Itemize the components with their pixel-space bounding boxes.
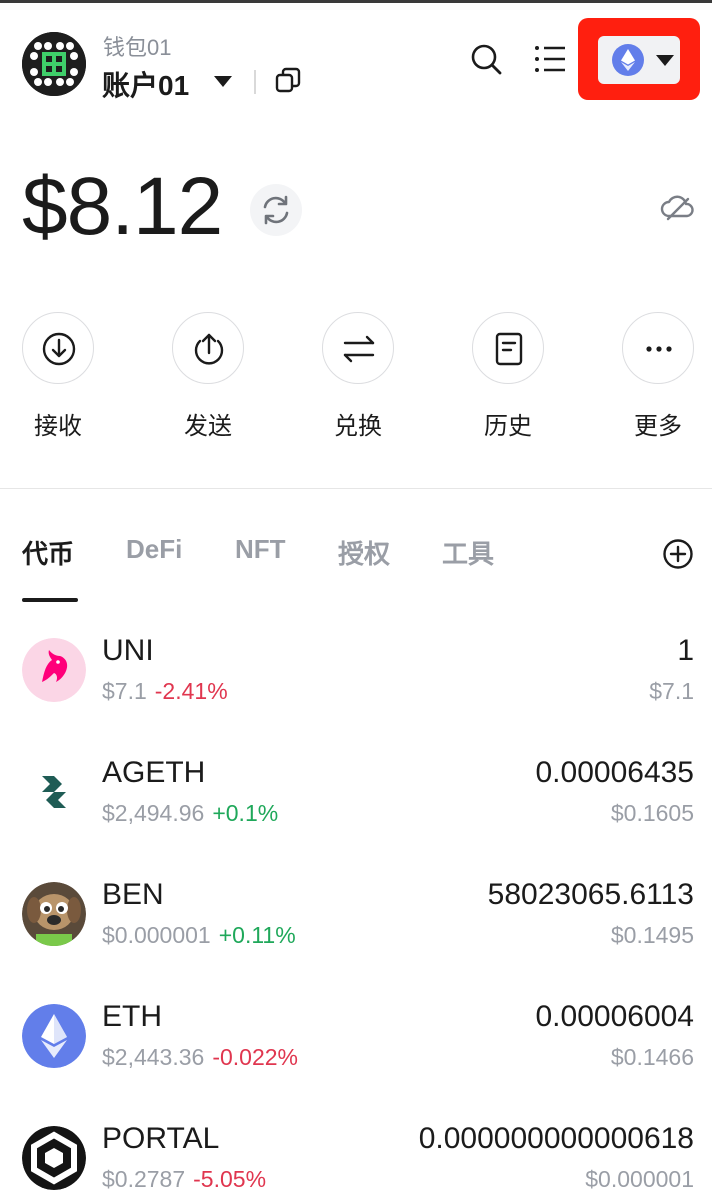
swap-button-circle[interactable] [322,312,394,384]
token-value: $0.000001 [585,1166,694,1192]
more-icon [646,346,672,352]
tab-nft[interactable]: NFT [235,534,286,565]
token-symbol: UNI [102,634,154,667]
token-price: $7.1 [102,678,147,704]
token-price-line: $2,494.96 +0.1% [102,800,278,827]
history-label: 历史 [484,413,532,440]
token-symbol: AGETH [102,756,206,789]
token-row-ben[interactable]: BEN $0.000001 +0.11% 58023065.6113 $0.149… [0,856,712,978]
tab-approvals[interactable]: 授权 [338,534,390,571]
send-button[interactable]: 发送 [158,312,258,442]
token-value: $7.1 [649,678,694,704]
receive-label: 接收 [34,413,82,440]
swap-button[interactable]: 兑换 [308,312,408,442]
receive-icon [42,332,76,366]
history-icon [495,332,523,366]
token-change: +0.11% [218,922,296,948]
history-button[interactable]: 历史 [458,312,558,442]
menu-list-icon[interactable] [532,42,568,76]
token-price-line: $2,443.36 -0.022% [102,1044,298,1071]
ageth-logo-icon [22,760,86,824]
token-symbol: BEN [102,878,164,911]
receive-button[interactable]: 接收 [8,312,108,442]
token-amount: 0.00006435 [535,756,695,789]
send-button-circle[interactable] [172,312,244,384]
account-dropdown-icon[interactable] [214,76,232,87]
token-row-ageth[interactable]: AGETH $2,494.96 +0.1% 0.00006435 $0.1605 [0,734,712,856]
token-price: $2,494.96 [102,800,205,826]
cloud-sync-icon[interactable] [660,192,696,222]
tab-defi[interactable]: DeFi [126,534,182,565]
token-change: -5.05% [193,1166,267,1192]
receive-button-circle[interactable] [22,312,94,384]
ethereum-logo-icon [22,1004,86,1068]
total-balance: $8.12 [22,161,223,252]
section-divider [0,488,712,489]
network-selector-button[interactable] [578,18,700,100]
refresh-icon [263,195,289,225]
history-button-circle[interactable] [472,312,544,384]
more-button[interactable]: 更多 [608,312,708,442]
ben-dog-logo-icon [22,882,86,946]
wallet-avatar[interactable] [22,32,86,96]
header-divider [254,70,256,94]
token-value: $0.1495 [610,922,694,948]
more-label: 更多 [634,413,682,440]
token-price-line: $0.2787 -5.05% [102,1166,266,1193]
token-row-uni[interactable]: UNI $7.1 -2.41% 1 $7.1 [0,612,712,734]
account-name[interactable]: 账户01 [102,64,189,104]
tab-tools[interactable]: 工具 [442,534,494,571]
swap-label: 兑换 [334,413,382,440]
tab-tokens[interactable]: 代币 [22,534,74,571]
token-price-line: $0.000001 +0.11% [102,922,296,949]
token-row-eth[interactable]: ETH $2,443.36 -0.022% 0.00006004 $0.1466 [0,978,712,1100]
wallet-name: 钱包01 [103,35,172,60]
token-symbol: PORTAL [102,1122,220,1155]
active-tab-indicator [22,598,78,602]
asset-tabs: 代币 DeFi NFT 授权 工具 [0,528,712,604]
token-change: +0.1% [212,800,279,826]
send-icon [194,333,224,365]
header: 钱包01 账户01 [0,14,712,114]
token-amount: 1 [677,634,694,667]
copy-icon[interactable] [274,66,302,94]
token-price-line: $7.1 -2.41% [102,678,228,705]
more-button-circle[interactable] [622,312,694,384]
token-price: $0.2787 [102,1166,186,1192]
send-label: 发送 [184,413,232,440]
network-dropdown-icon [656,55,674,66]
token-price: $2,443.36 [102,1044,205,1070]
swap-icon [343,335,375,363]
token-amount: 0.00006004 [535,1000,695,1033]
ethereum-icon [612,44,644,76]
token-value: $0.1605 [610,800,694,826]
search-icon[interactable] [469,42,503,76]
token-symbol: ETH [102,1000,162,1033]
token-change: -2.41% [154,678,228,704]
network-selector[interactable] [598,36,680,84]
token-value: $0.1466 [610,1044,694,1070]
portal-logo-icon [22,1126,86,1190]
refresh-button[interactable] [250,184,302,236]
token-price: $0.000001 [102,922,211,948]
token-change: -0.022% [212,1044,298,1070]
quick-actions: 接收 发送 兑换 历史 更多 [0,312,712,442]
add-token-icon[interactable] [662,538,694,570]
status-bar-edge [0,0,712,3]
token-row-portal[interactable]: PORTAL $0.2787 -5.05% 0.000000000000618 $… [0,1100,712,1196]
token-amount: 0.000000000000618 [418,1122,694,1155]
uniswap-logo-icon [22,638,86,702]
token-amount: 58023065.6113 [487,878,694,911]
